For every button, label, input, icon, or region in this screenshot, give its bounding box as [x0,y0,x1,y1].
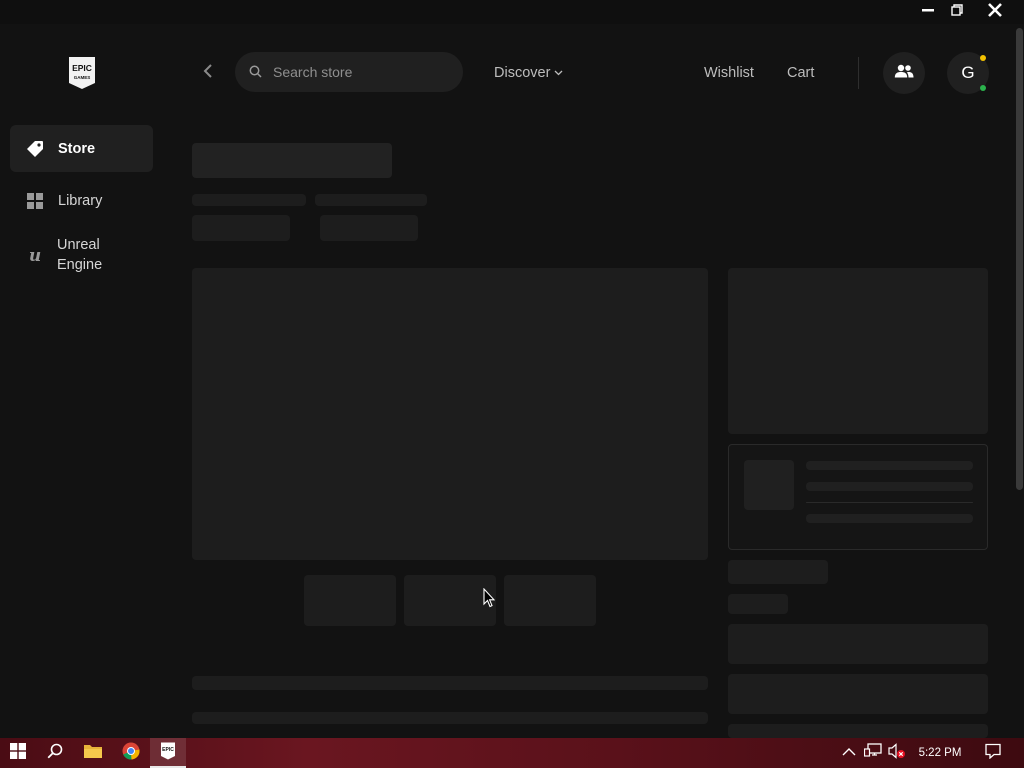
restore-icon [951,3,963,21]
tray-overflow-button[interactable] [842,738,856,768]
volume-tray-button[interactable] [888,738,906,768]
skeleton-side-image [728,268,988,434]
svg-text:GAMES: GAMES [74,75,91,80]
back-button[interactable] [196,60,220,86]
minimize-button[interactable] [913,0,943,24]
sidebar-item-library[interactable]: Library [10,180,153,222]
svg-text:u: u [29,246,41,264]
taskbar-search-button[interactable] [36,738,74,768]
friends-button[interactable] [883,52,925,94]
epic-games-launcher-window: EPIC GAMES Store Library u Unreal Engine [0,0,1024,738]
restore-button[interactable] [942,0,972,24]
skeleton-card-line [806,482,973,491]
minimize-icon [922,3,934,21]
taskbar-epic-games[interactable]: EPIC [150,738,186,768]
skeleton-title [192,143,392,178]
skeleton-media-hero [192,268,708,560]
file-explorer-icon [84,743,102,763]
close-icon [988,2,1002,22]
taskbar-clock[interactable]: 5:22 PM [912,738,968,768]
mouse-cursor-icon [483,587,496,613]
sidebar-item-unreal-engine[interactable]: u Unreal Engine [10,230,153,280]
taskbar-file-explorer[interactable] [74,738,112,768]
chevron-left-icon [203,63,213,83]
skeleton-tag [320,215,418,241]
grid-icon [26,192,44,210]
search-bar[interactable] [235,52,463,92]
online-status-dot [980,85,986,91]
skeleton-line [728,724,988,738]
windows-start-icon [10,742,26,764]
skeleton-info-card [728,444,988,550]
skeleton-line [192,712,708,724]
skeleton-button [728,624,988,664]
notification-dot [980,55,986,61]
skeleton-line [728,594,788,614]
skeleton-card-divider [806,502,973,503]
skeleton-line [192,676,708,690]
search-icon [249,65,262,83]
taskbar-chrome[interactable] [112,738,150,768]
sidebar-item-store[interactable]: Store [10,125,153,172]
network-tray-button[interactable] [863,738,882,768]
epic-games-icon: EPIC [160,742,176,765]
scrollbar-thumb[interactable] [1016,28,1023,490]
svg-text:EPIC: EPIC [72,63,92,73]
unreal-icon: u [26,246,44,264]
volume-muted-icon [888,742,906,764]
skeleton-tag [192,215,290,241]
vertical-scrollbar[interactable] [1016,28,1023,733]
chevron-up-icon [842,744,856,762]
discover-label: Discover [494,65,551,81]
skeleton-card-thumb [744,460,794,510]
skeleton-line [315,194,427,206]
sidebar-item-label: Library [58,193,103,209]
search-icon [47,743,63,764]
friends-icon [894,64,914,83]
svg-text:EPIC: EPIC [162,747,174,753]
epic-games-logo[interactable]: EPIC GAMES [67,56,97,90]
search-input[interactable] [273,62,453,82]
cart-link[interactable]: Cart [787,62,814,84]
network-icon [863,742,882,764]
header-divider [858,57,859,89]
notification-icon [985,743,1001,764]
skeleton-line [192,194,306,206]
tag-icon [26,140,44,158]
skeleton-card-line [806,514,973,523]
skeleton-thumbnail [504,575,596,626]
sidebar-item-label: Store [58,140,96,157]
sidebar-item-label: Unreal Engine [57,237,103,273]
skeleton-button [728,674,988,714]
discover-dropdown[interactable]: Discover [494,62,563,84]
skeleton-thumbnail [304,575,396,626]
close-button[interactable] [980,0,1010,24]
start-button[interactable] [0,738,36,768]
title-bar [0,0,1024,24]
skeleton-card-line [806,461,973,470]
wishlist-link[interactable]: Wishlist [704,62,754,84]
skeleton-price [728,560,828,584]
chrome-icon [122,742,140,765]
action-center-button[interactable] [978,738,1008,768]
chevron-down-icon [554,70,563,76]
